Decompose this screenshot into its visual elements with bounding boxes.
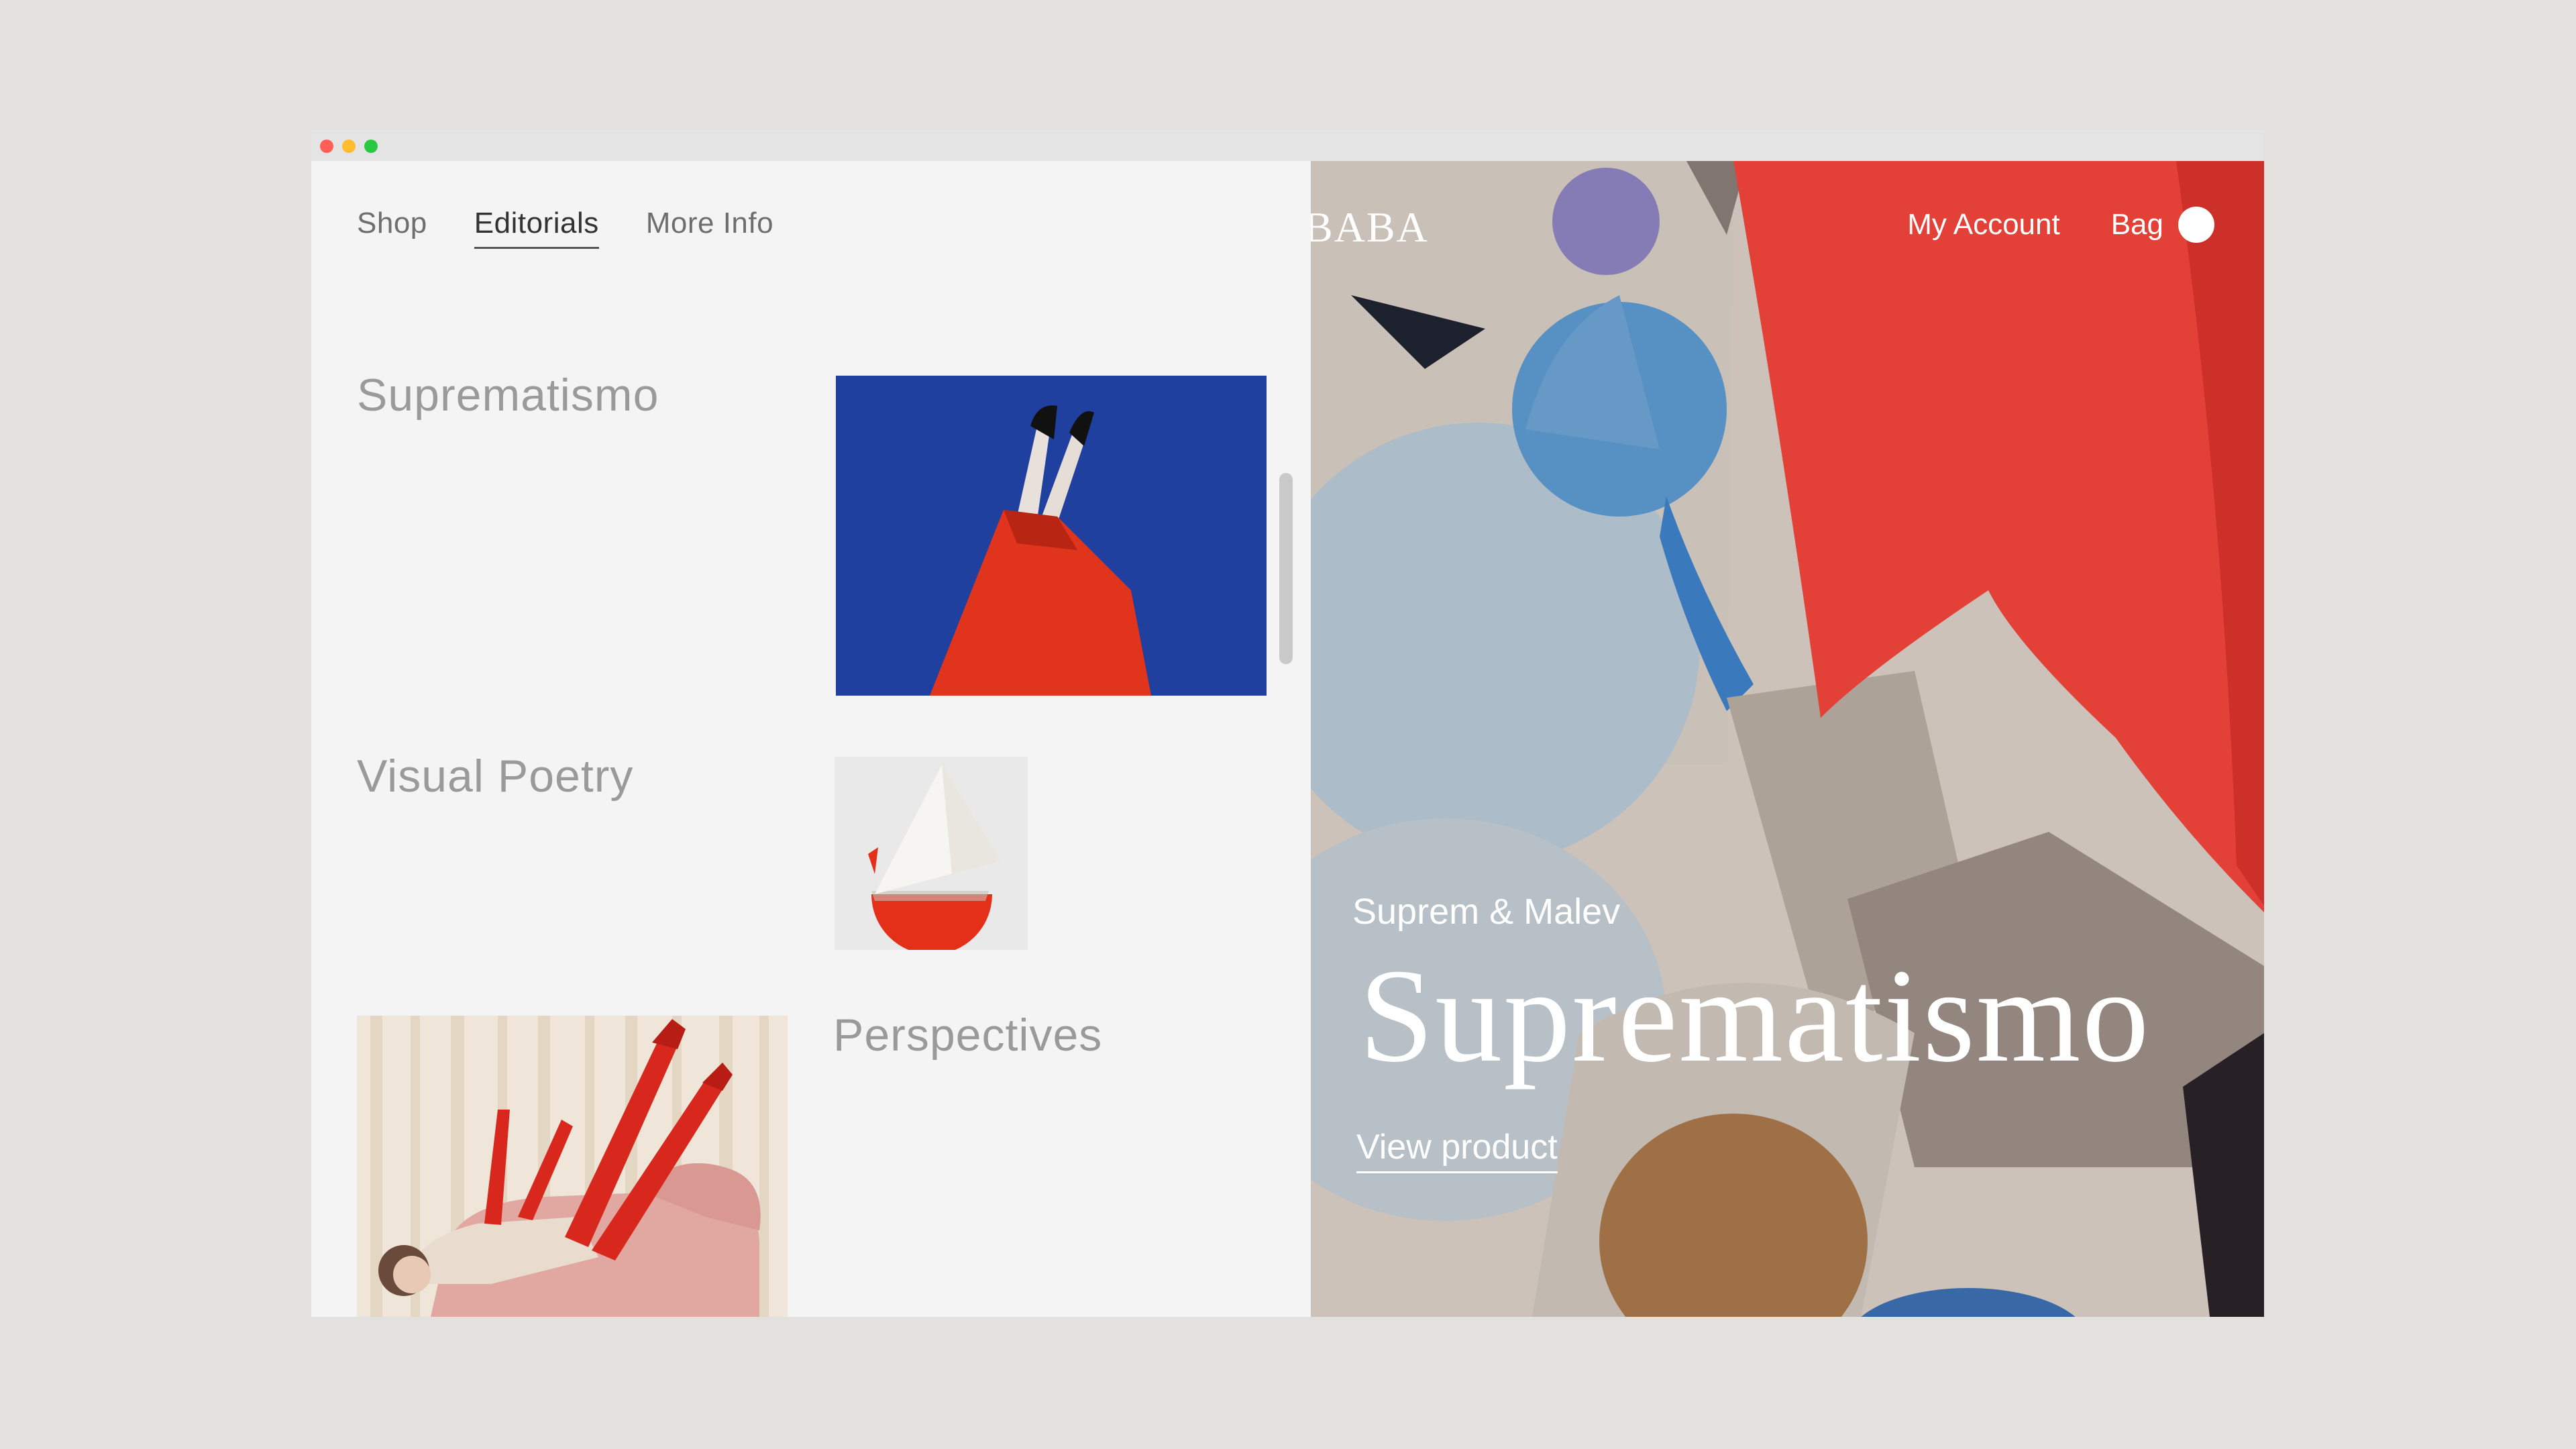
editorial-image-perspectives[interactable] (357, 1016, 788, 1317)
editorial-title-perspectives[interactable]: Perspectives (833, 1009, 1102, 1061)
bag-label: Bag (2110, 208, 2163, 241)
hero-section: BABA My Account Bag 0 Suprem & Malev Supr… (1311, 161, 2264, 1317)
browser-window: Shop Editorials More Info Suprematismo V (311, 129, 2264, 1317)
main-nav: Shop Editorials More Info (357, 207, 773, 249)
maximize-window-button[interactable] (364, 140, 378, 153)
editorial-title-suprematismo[interactable]: Suprematismo (357, 369, 659, 421)
nav-shop[interactable]: Shop (357, 207, 427, 249)
editorial-title-visual-poetry[interactable]: Visual Poetry (357, 750, 633, 802)
close-window-button[interactable] (320, 140, 333, 153)
my-account-link[interactable]: My Account (1907, 208, 2059, 241)
view-product-link[interactable]: View product (1356, 1127, 1558, 1173)
editorials-panel: Shop Editorials More Info Suprematismo V (311, 161, 1311, 1317)
hero-subtitle: Suprem & Malev (1352, 892, 1621, 932)
account-nav: My Account Bag 0 (1907, 207, 2214, 243)
nav-editorials[interactable]: Editorials (474, 207, 599, 249)
editorial-image-suprematismo[interactable] (836, 376, 1267, 696)
minimize-window-button[interactable] (342, 140, 356, 153)
window-titlebar (311, 129, 2264, 161)
editorial-image-visual-poetry[interactable] (835, 757, 1028, 950)
hero-title: Suprematismo (1359, 942, 2151, 1090)
nav-more-info[interactable]: More Info (646, 207, 773, 249)
bag-link[interactable]: Bag 0 (2111, 207, 2214, 243)
brand-logo[interactable]: BABA (1311, 203, 1429, 252)
scrollbar-thumb[interactable] (1279, 473, 1293, 664)
bag-count-badge: 0 (2178, 207, 2214, 243)
